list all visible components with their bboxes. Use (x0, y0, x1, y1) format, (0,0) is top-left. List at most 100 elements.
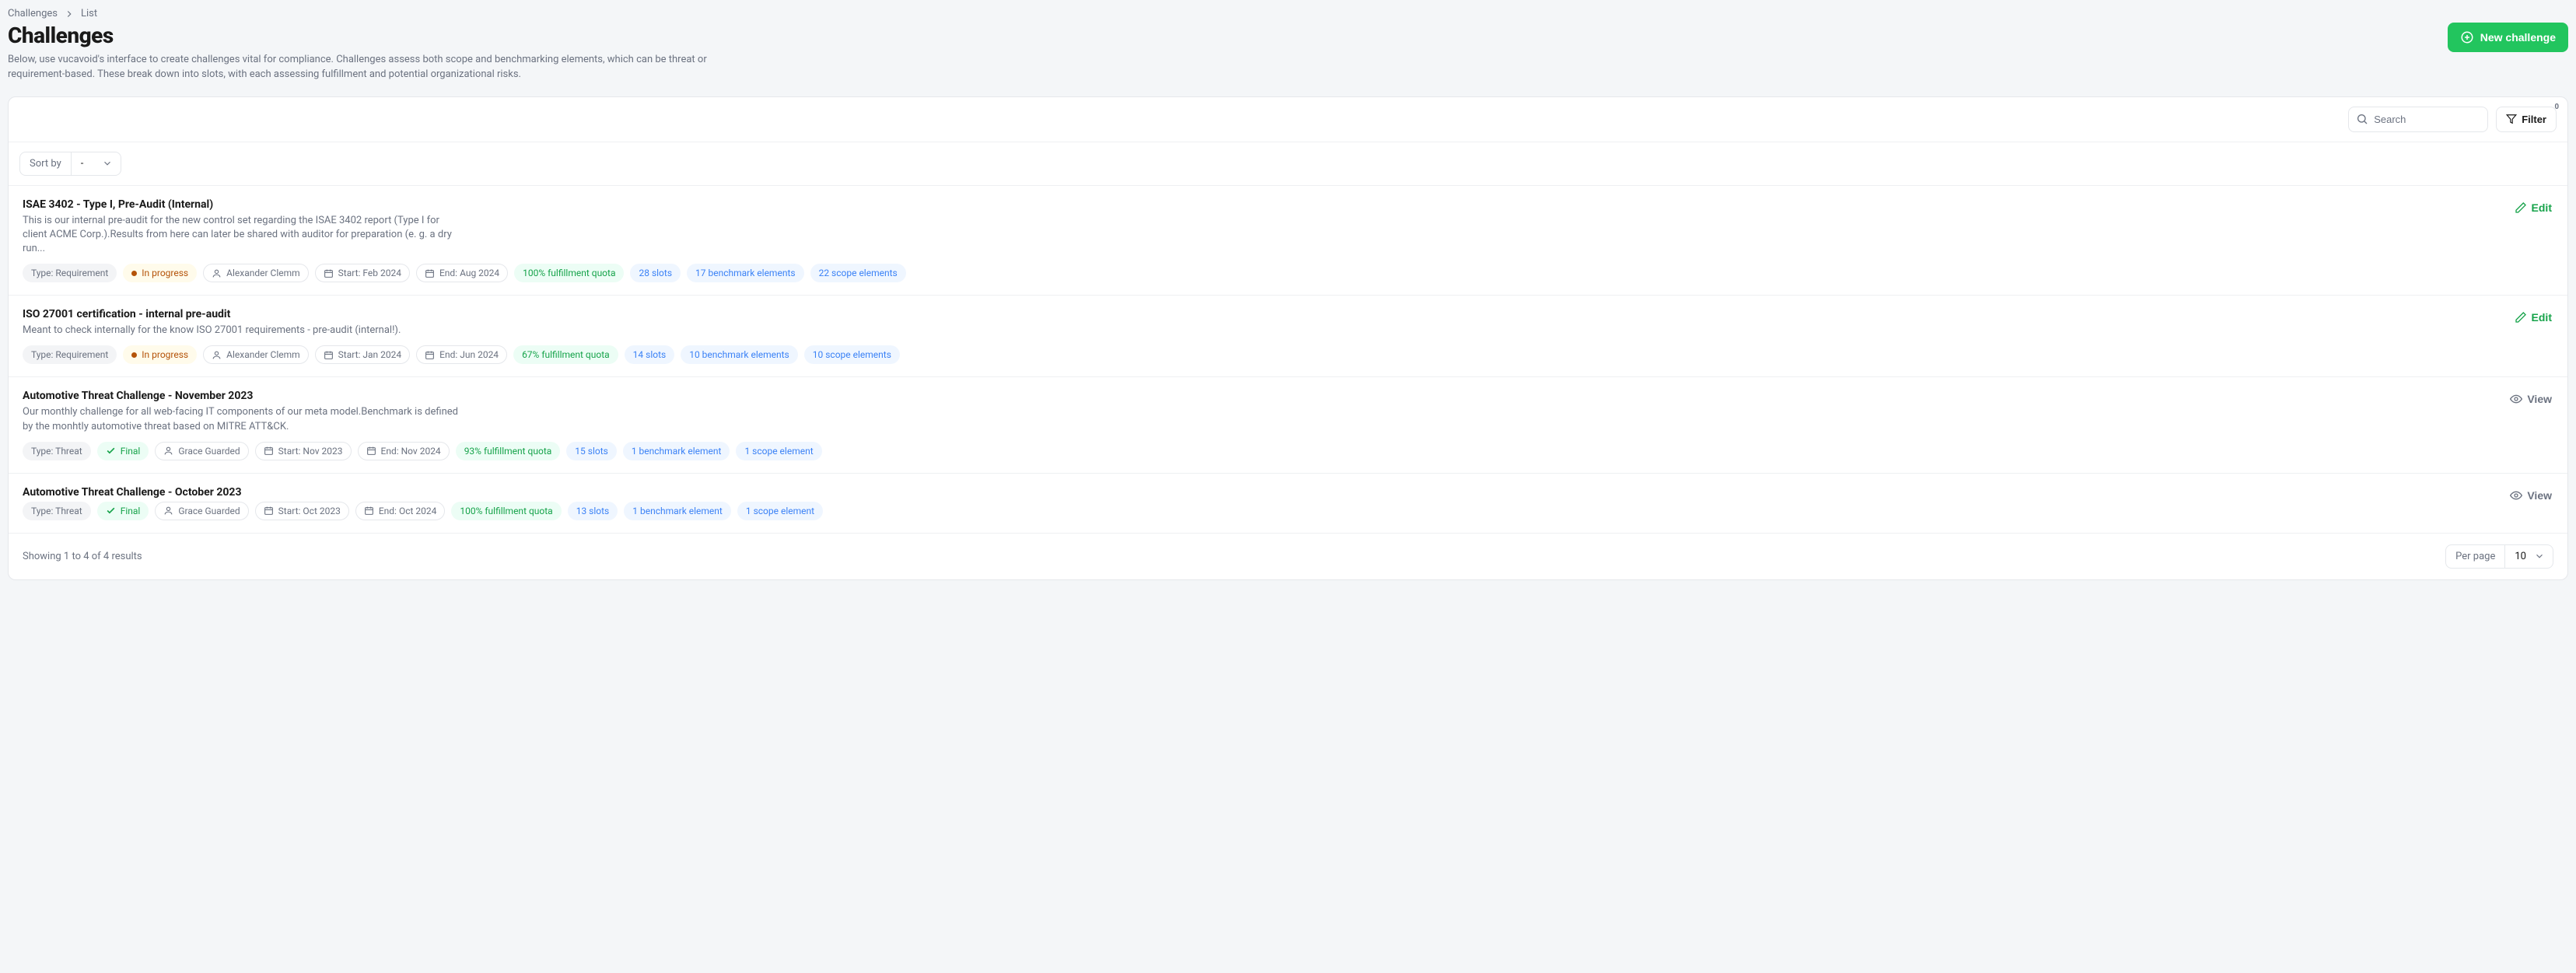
scope-pill: 1 scope element (736, 442, 821, 460)
edit-button[interactable]: Edit (2513, 198, 2553, 217)
filter-label: Filter (2522, 114, 2546, 125)
end-date-pill: End: Nov 2024 (358, 442, 450, 460)
challenge-row: Automotive Threat Challenge - October 20… (9, 474, 2567, 533)
status-dot-icon (131, 352, 137, 358)
challenge-description: This is our internal pre-audit for the n… (23, 214, 458, 257)
author-pill: Grace Guarded (155, 442, 248, 460)
user-icon (212, 268, 222, 278)
chevron-down-icon (102, 158, 113, 169)
search-input[interactable] (2348, 107, 2488, 132)
breadcrumb-current: List (81, 8, 97, 19)
calendar-icon (324, 350, 334, 360)
user-icon (163, 506, 173, 516)
slots-pill: 14 slots (625, 345, 675, 364)
challenge-description: Our monthly challenge for all web-facing… (23, 405, 458, 433)
benchmark-pill: 1 benchmark element (624, 502, 731, 520)
scope-pill: 1 scope element (737, 502, 823, 520)
end-date-pill: End: Aug 2024 (416, 264, 508, 282)
slots-pill: 13 slots (568, 502, 618, 520)
toolbar: Filter 0 (9, 97, 2567, 142)
start-date-pill: Start: Jan 2024 (315, 345, 410, 364)
calendar-icon (425, 350, 435, 360)
sort-row: Sort by - (9, 142, 2567, 186)
sort-control: Sort by - (19, 152, 121, 176)
status-pill: In progress (123, 264, 197, 282)
eye-icon (2510, 393, 2522, 405)
new-challenge-label: New challenge (2480, 31, 2556, 44)
calendar-icon (264, 506, 274, 516)
per-page-select[interactable]: 10 (2505, 545, 2553, 568)
user-icon (163, 446, 173, 456)
check-icon (106, 506, 116, 516)
chevron-down-icon (2534, 551, 2545, 562)
view-button[interactable]: View (2508, 486, 2553, 505)
sort-select[interactable]: - (72, 152, 121, 175)
per-page-value: 10 (2515, 551, 2526, 562)
challenges-list: ISAE 3402 - Type I, Pre-Audit (Internal)… (9, 186, 2567, 533)
type-pill: Type: Threat (23, 502, 91, 520)
type-pill: Type: Requirement (23, 264, 117, 282)
plus-circle-icon (2460, 30, 2474, 44)
challenge-title: Automotive Threat Challenge - October 20… (23, 486, 2493, 499)
view-button[interactable]: View (2508, 390, 2553, 408)
status-pill: In progress (123, 345, 197, 364)
filter-count-badge: 0 (2554, 103, 2559, 111)
status-dot-icon (131, 271, 137, 276)
challenge-title: ISAE 3402 - Type I, Pre-Audit (Internal) (23, 198, 2497, 211)
calendar-icon (366, 446, 376, 456)
breadcrumb-root[interactable]: Challenges (8, 8, 58, 19)
sort-selected-value: - (81, 158, 84, 170)
calendar-icon (324, 268, 334, 278)
calendar-icon (264, 446, 274, 456)
page-description: Below, use vucavoid's interface to creat… (8, 53, 723, 82)
slots-pill: 28 slots (630, 264, 681, 282)
end-date-pill: End: Oct 2024 (355, 502, 446, 520)
slots-pill: 15 slots (566, 442, 617, 460)
user-icon (212, 350, 222, 360)
calendar-icon (425, 268, 435, 278)
scope-pill: 10 scope elements (804, 345, 900, 364)
search-icon (2356, 113, 2368, 125)
eye-icon (2510, 489, 2522, 502)
end-date-pill: End: Jun 2024 (416, 345, 507, 364)
challenge-row: Automotive Threat Challenge - November 2… (9, 377, 2567, 473)
page-title: Challenges (8, 23, 723, 48)
challenge-description: Meant to check internally for the know I… (23, 324, 458, 338)
start-date-pill: Start: Oct 2023 (255, 502, 349, 520)
new-challenge-button[interactable]: New challenge (2448, 23, 2568, 52)
type-pill: Type: Threat (23, 442, 91, 460)
per-page-label: Per page (2446, 545, 2505, 568)
quota-pill: 93% fulfillment quota (456, 442, 561, 460)
edit-icon (2515, 201, 2527, 214)
quota-pill: 100% fulfillment quota (514, 264, 624, 282)
benchmark-pill: 10 benchmark elements (681, 345, 798, 364)
challenge-title: Automotive Threat Challenge - November 2… (23, 390, 2493, 402)
quota-pill: 67% fulfillment quota (513, 345, 618, 364)
filter-icon (2506, 114, 2517, 124)
edit-icon (2515, 311, 2527, 324)
breadcrumb: Challenges List (8, 8, 2568, 19)
results-summary: Showing 1 to 4 of 4 results (23, 551, 142, 562)
challenge-title: ISO 27001 certification - internal pre-a… (23, 308, 2497, 320)
benchmark-pill: 17 benchmark elements (687, 264, 804, 282)
chevron-right-icon (64, 9, 75, 19)
sort-by-label: Sort by (20, 152, 72, 175)
start-date-pill: Start: Nov 2023 (255, 442, 352, 460)
benchmark-pill: 1 benchmark element (623, 442, 730, 460)
status-pill: Final (97, 502, 149, 520)
author-pill: Alexander Clemm (203, 345, 309, 364)
edit-button[interactable]: Edit (2513, 308, 2553, 327)
type-pill: Type: Requirement (23, 345, 117, 364)
challenge-row: ISAE 3402 - Type I, Pre-Audit (Internal)… (9, 186, 2567, 296)
challenges-card: Filter 0 Sort by - ISAE 3402 - Type I, P… (8, 96, 2568, 580)
calendar-icon (364, 506, 374, 516)
author-pill: Alexander Clemm (203, 264, 309, 282)
status-pill: Final (97, 442, 149, 460)
card-footer: Showing 1 to 4 of 4 results Per page 10 (9, 533, 2567, 579)
filter-button[interactable]: Filter 0 (2496, 107, 2557, 132)
check-icon (106, 446, 116, 456)
author-pill: Grace Guarded (155, 502, 248, 520)
scope-pill: 22 scope elements (810, 264, 906, 282)
challenge-row: ISO 27001 certification - internal pre-a… (9, 296, 2567, 377)
per-page-control: Per page 10 (2445, 544, 2553, 569)
